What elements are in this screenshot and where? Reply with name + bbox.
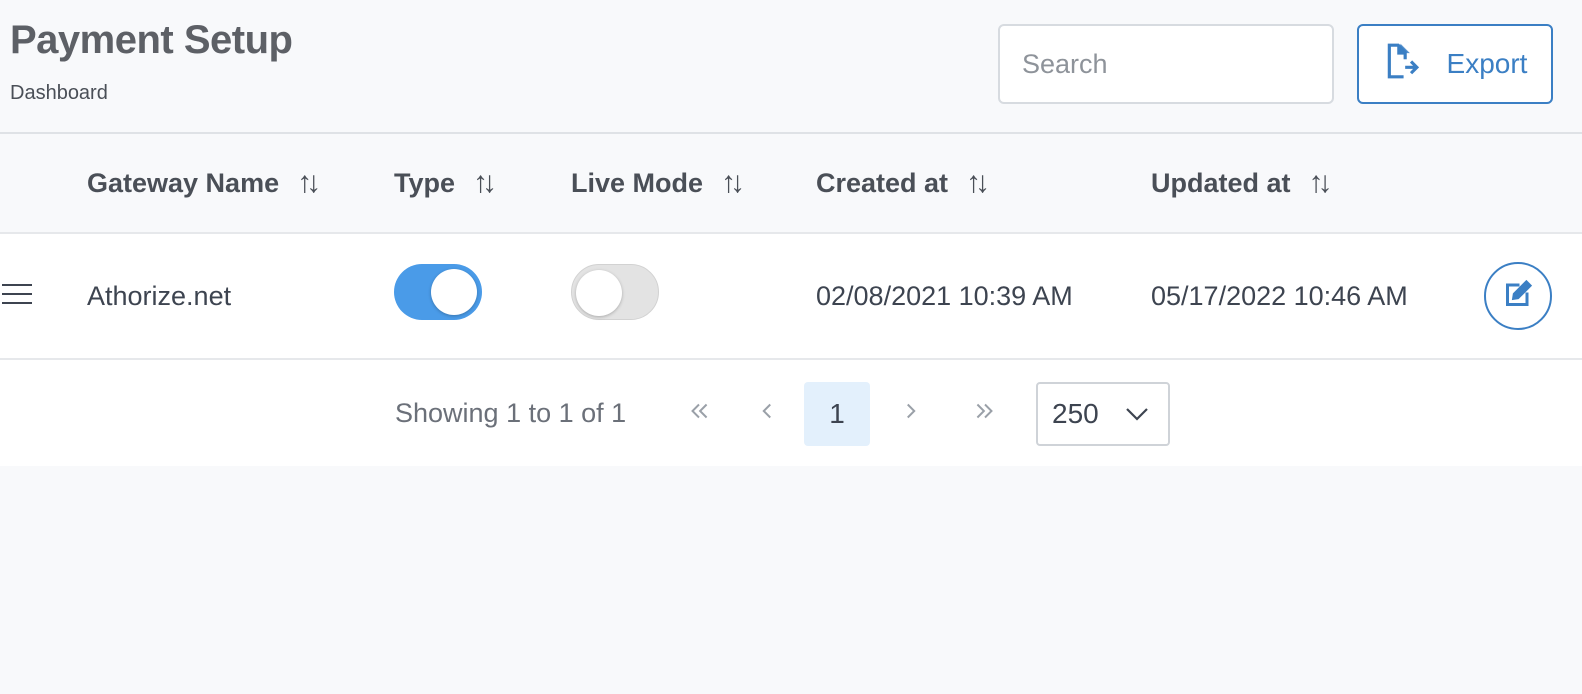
live-mode-toggle[interactable] bbox=[571, 264, 659, 320]
column-gateway-name[interactable]: Gateway Name ↑↓ bbox=[87, 134, 321, 232]
column-label: Live Mode bbox=[571, 167, 704, 198]
page-title: Payment Setup bbox=[10, 18, 293, 62]
search-input[interactable] bbox=[998, 24, 1334, 104]
last-page-button[interactable] bbox=[960, 382, 1010, 446]
pagination-summary: Showing 1 to 1 of 1 bbox=[395, 398, 627, 428]
updated-at-cell: 05/17/2022 10:46 AM bbox=[1151, 280, 1408, 311]
column-live-mode[interactable]: Live Mode ↑↓ bbox=[571, 134, 745, 232]
first-page-button[interactable] bbox=[674, 382, 724, 446]
column-updated-at[interactable]: Updated at ↑↓ bbox=[1151, 134, 1333, 232]
edit-icon bbox=[1500, 276, 1536, 317]
toggle-knob bbox=[576, 270, 622, 316]
column-label: Gateway Name bbox=[87, 167, 280, 198]
sort-icon[interactable]: ↑↓ bbox=[297, 166, 321, 200]
gateway-name-cell: Athorize.net bbox=[87, 280, 232, 311]
sort-icon[interactable]: ↑↓ bbox=[966, 166, 990, 200]
table-header: Gateway Name ↑↓ Type ↑↓ Live Mode ↑↓ Cre… bbox=[0, 134, 1582, 234]
type-toggle[interactable] bbox=[394, 264, 482, 320]
sort-icon[interactable]: ↑↓ bbox=[1309, 166, 1333, 200]
page-number-button[interactable]: 1 bbox=[804, 382, 870, 446]
double-chevron-right-icon bbox=[972, 398, 998, 431]
table-row: Athorize.net 02/08/2021 10:39 AM 05/17/2… bbox=[0, 234, 1582, 360]
drag-handle-icon[interactable] bbox=[2, 284, 32, 306]
column-label: Created at bbox=[816, 167, 949, 198]
sort-icon[interactable]: ↑↓ bbox=[721, 166, 745, 200]
rows-per-page-select[interactable]: 250 bbox=[1036, 382, 1170, 446]
sort-icon[interactable]: ↑↓ bbox=[473, 166, 497, 200]
pagination: Showing 1 to 1 of 1 1 250 bbox=[0, 360, 1582, 466]
previous-page-button[interactable] bbox=[742, 382, 792, 446]
breadcrumb[interactable]: Dashboard bbox=[10, 82, 108, 105]
column-label: Type bbox=[394, 167, 456, 198]
column-type[interactable]: Type ↑↓ bbox=[394, 134, 497, 232]
double-chevron-left-icon bbox=[686, 398, 712, 431]
page-header: Payment Setup Dashboard Export bbox=[0, 0, 1582, 134]
chevron-left-icon bbox=[754, 398, 780, 431]
next-page-button[interactable] bbox=[886, 382, 936, 446]
created-at-cell: 02/08/2021 10:39 AM bbox=[816, 280, 1073, 311]
file-export-icon bbox=[1383, 42, 1421, 87]
column-created-at[interactable]: Created at ↑↓ bbox=[816, 134, 990, 232]
chevron-right-icon bbox=[898, 398, 924, 431]
column-label: Updated at bbox=[1151, 167, 1291, 198]
edit-button[interactable] bbox=[1484, 262, 1552, 330]
export-button[interactable]: Export bbox=[1357, 24, 1553, 104]
export-label: Export bbox=[1446, 48, 1528, 79]
toggle-knob bbox=[431, 269, 477, 315]
rows-per-page-value: 250 bbox=[1052, 398, 1099, 429]
